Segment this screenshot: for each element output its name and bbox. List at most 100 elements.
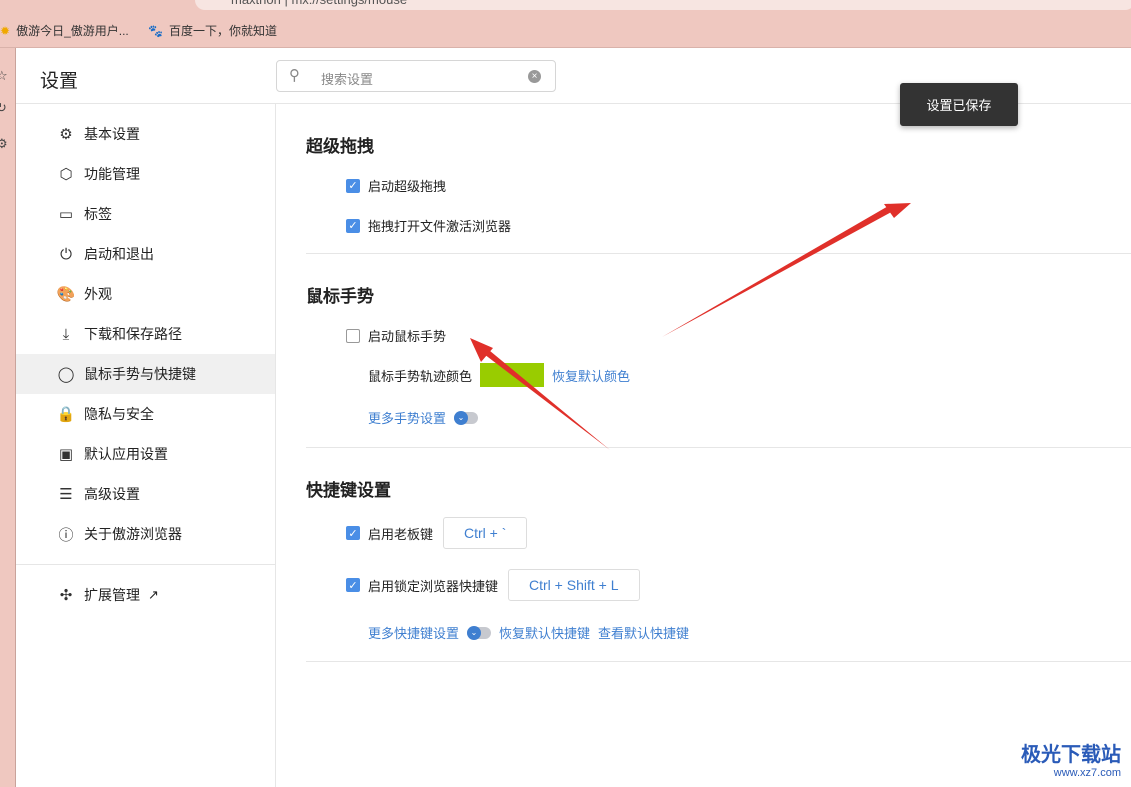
clear-icon[interactable]: × [528,70,541,83]
sidebar-item-label: 高级设置 [84,486,140,502]
sidebar-item-label: 外观 [84,286,112,302]
laptop-icon: ▭ [58,206,74,223]
external-link-icon: ↗ [148,587,159,602]
sun-icon: ✹ [0,23,11,38]
sidebar-item-label: 关于傲游浏览器 [84,526,182,542]
lock-icon: 🔒 [56,406,76,423]
page-title: 设置 [40,71,79,92]
shortcut-links-row: 更多快捷键设置 ⌄ 恢复默认快捷键 查看默认快捷键 [368,623,689,642]
sidebar-item-label: 功能管理 [84,166,140,182]
checkbox-label: 启用老板键 [368,526,434,542]
checkbox-label: 启用锁定浏览器快捷键 [368,578,499,594]
sliders-icon: ☰ [59,486,73,503]
address-bar[interactable]: maxthon | mx://settings/mouse [195,0,1131,10]
more-shortcut-link[interactable]: 更多快捷键设置 [368,623,459,642]
view-shortcut-link[interactable]: 查看默认快捷键 [598,623,689,642]
sidebar-item-tabs[interactable]: ▭ 标签 [16,194,275,234]
checkbox-checked-icon: ✓ [346,526,360,540]
expand-toggle[interactable]: ⌄ [467,625,492,640]
enable-boss-key-checkbox[interactable]: ✓ 启用老板键 Ctrl + ` [346,517,528,549]
sidebar-item-label: 启动和退出 [84,246,154,262]
watermark-url: www.xz7.com [1053,767,1121,779]
checkbox-label: 启动鼠标手势 [368,329,447,344]
power-icon: ⏻ [60,245,72,263]
more-gesture-settings[interactable]: 更多手势设置 ⌄ [368,408,486,427]
boss-key-input[interactable]: Ctrl + ` [443,517,528,549]
sidebar-item-label: 鼠标手势与快捷键 [84,366,196,382]
gesture-color-swatch[interactable] [480,363,545,387]
sync-icon[interactable]: ↻ [0,100,7,116]
sidebar-item-default-apps[interactable]: ▣ 默认应用设置 [16,434,275,474]
sidebar-item-startup[interactable]: ⏻ 启动和退出 [16,234,275,274]
sidebar-item-label: 标签 [84,206,112,222]
lock-key-input[interactable]: Ctrl + Shift + L [508,569,640,601]
search-placeholder: 搜索设置 [321,72,374,87]
star-icon[interactable]: ☆ [0,68,8,84]
settings-icon[interactable]: ⚙ [0,136,8,152]
checkbox-checked-icon: ✓ [346,578,360,592]
more-gesture-link[interactable]: 更多手势设置 [368,408,446,427]
enable-super-drag-checkbox[interactable]: ✓ 启动超级拖拽 [346,176,446,195]
sidebar-item-advanced[interactable]: ☰ 高级设置 [16,474,275,514]
bookmarks-bar: ✹ 傲游今日_傲游用户... 🐾 百度一下，你就知道 [0,12,1131,48]
gesture-color-row: 鼠标手势轨迹颜色 恢复默认颜色 [368,363,630,387]
section-title-shortcut: 快捷键设置 [306,481,391,500]
checkbox-label: 启动超级拖拽 [368,179,447,194]
divider [306,661,1131,662]
drag-activate-browser-checkbox[interactable]: ✓ 拖拽打开文件激活浏览器 [346,216,511,235]
divider [306,253,1131,254]
checkbox-label: 拖拽打开文件激活浏览器 [368,219,512,234]
toast-saved: 设置已保存 [900,83,1018,126]
mouse-icon: ◯ [57,366,75,383]
bookmark-maxthon[interactable]: ✹ 傲游今日_傲游用户... [0,22,129,39]
expand-toggle[interactable]: ⌄ [454,410,479,425]
sidebar: ⚙ 基本设置 ⬡ 功能管理 ▭ 标签 ⏻ 启动和退出 🎨 外观 ⤓ 下载和保存路径 ◯ 鼠标手… [16,104,276,787]
chevron-down-icon: ⌄ [467,625,482,640]
sidebar-item-label: 基本设置 [84,126,140,142]
enable-lock-shortcut-checkbox[interactable]: ✓ 启用锁定浏览器快捷键 Ctrl + Shift + L [346,569,640,601]
bookmark-label: 傲游今日_傲游用户... [16,24,129,38]
section-title-drag: 超级拖拽 [306,137,374,156]
sidebar-item-basic[interactable]: ⚙ 基本设置 [16,114,275,154]
reset-shortcut-link[interactable]: 恢复默认快捷键 [499,623,590,642]
search-icon: ⚲ [289,67,300,84]
sidebar-item-features[interactable]: ⬡ 功能管理 [16,154,275,194]
cube-icon: ⬡ [59,166,73,183]
checkbox-checked-icon: ✓ [346,218,360,233]
enable-mouse-gesture-checkbox[interactable]: 启动鼠标手势 [346,326,446,345]
watermark-name: 极光下载站 [1021,744,1121,766]
red-arrow-up-right [662,203,911,337]
download-folder-icon: ⤓ [62,325,70,343]
checkbox-unchecked-icon [346,328,360,343]
sidebar-item-privacy[interactable]: 🔒 隐私与安全 [16,394,275,434]
section-title-gesture: 鼠标手势 [306,287,374,306]
info-icon: ⓘ [58,526,74,544]
sidebar-item-mouse-shortcuts[interactable]: ◯ 鼠标手势与快捷键 [16,354,275,394]
puzzle-icon: ✣ [59,587,73,604]
browser-toolbar: maxthon | mx://settings/mouse [0,0,1131,12]
sidebar-item-extensions[interactable]: ✣ 扩展管理 ↗ [16,575,275,615]
sidebar-item-label: 默认应用设置 [84,446,168,462]
chevron-down-icon: ⌄ [454,410,469,425]
sidebar-item-downloads[interactable]: ⤓ 下载和保存路径 [16,314,275,354]
reset-color-link[interactable]: 恢复默认颜色 [552,366,630,385]
sidebar-item-about[interactable]: ⓘ 关于傲游浏览器 [16,514,275,554]
side-panel: ☆ ↻ ⚙ [0,48,16,787]
checkbox-checked-icon: ✓ [346,178,360,193]
sidebar-item-label: 扩展管理 [84,587,140,603]
app-window-icon: ▣ [58,446,74,463]
sidebar-item-label: 下载和保存路径 [84,326,182,342]
bookmark-baidu[interactable]: 🐾 百度一下，你就知道 [148,22,277,39]
sidebar-item-label: 隐私与安全 [84,406,154,422]
search-input[interactable]: ⚲ 搜索设置 × [276,60,556,92]
gesture-color-label: 鼠标手势轨迹颜色 [368,368,473,384]
sidebar-item-appearance[interactable]: 🎨 外观 [16,274,275,314]
baidu-paw-icon: 🐾 [148,23,163,38]
watermark-logo: 极光下载站 www.xz7.com [1021,738,1121,779]
bookmark-label: 百度一下，你就知道 [168,24,277,38]
red-arrow-up-left [470,338,610,450]
divider [306,447,1131,448]
gear-icon: ⚙ [59,126,73,143]
palette-icon: 🎨 [56,286,76,303]
sidebar-divider [16,564,275,565]
